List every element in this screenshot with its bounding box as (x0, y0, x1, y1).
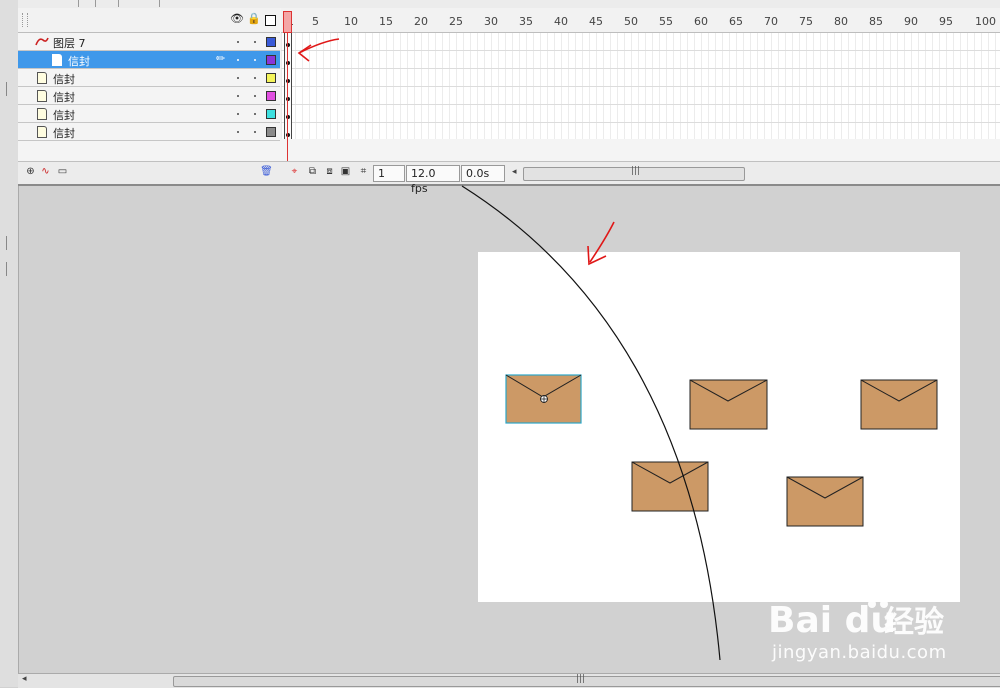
watermark-url: jingyan.baidu.com (772, 642, 947, 663)
scroll-thumb[interactable]: ||| (173, 674, 1000, 687)
stage-horizontal-scrollbar[interactable]: ◂ ||| (18, 673, 1000, 688)
svg-text:经验: 经验 (884, 605, 944, 640)
annotation-arrow-icon (587, 221, 615, 266)
scroll-grip: ||| (576, 674, 586, 684)
baidu-jingyan-watermark: Bai du 经验 (768, 579, 944, 640)
watermark-logo-text: Bai du (768, 600, 896, 640)
scroll-left-arrow-icon[interactable]: ◂ (22, 674, 27, 684)
